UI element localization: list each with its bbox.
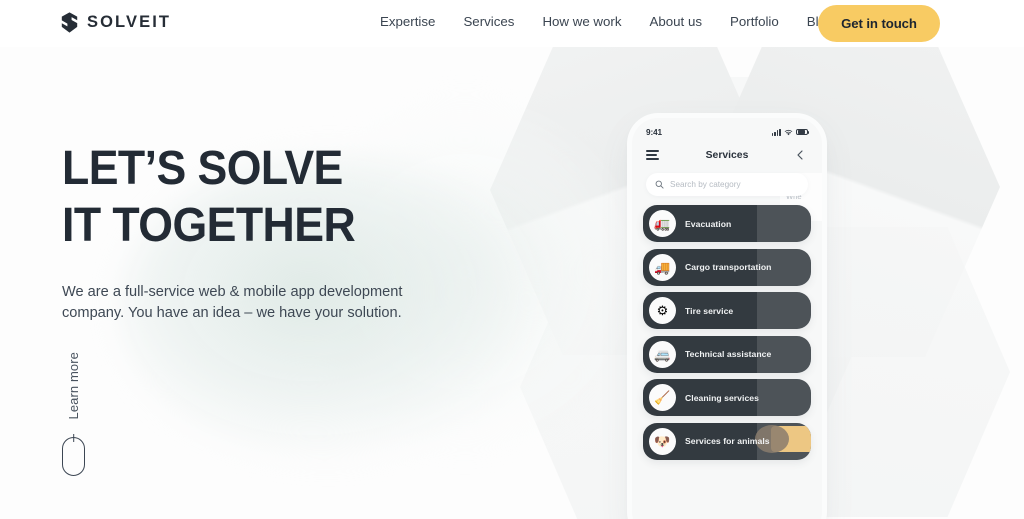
search-icon <box>655 180 664 189</box>
cellular-signal-icon <box>771 128 781 136</box>
list-item-label: Technical assistance <box>685 349 772 359</box>
list-item[interactable]: 🚐 Technical assistance <box>643 335 811 373</box>
hero-page: SOLVEIT Expertise Services How we work A… <box>0 0 1024 519</box>
phone-screen-title: Services <box>705 149 749 161</box>
nav-item-portfolio[interactable]: Portfolio <box>720 14 797 29</box>
primary-nav: Expertise Services How we work About us … <box>380 14 851 29</box>
chevron-left-icon[interactable] <box>794 149 806 161</box>
list-item[interactable]: 🧹 Cleaning services <box>643 379 811 416</box>
nav-item-services[interactable]: Services <box>453 14 532 29</box>
nav-item-how-we-work[interactable]: How we work <box>532 14 639 29</box>
status-icons <box>771 128 810 136</box>
status-time: 9:41 <box>646 127 662 137</box>
list-item-label: Tire service <box>685 305 734 316</box>
cleaning-bucket-icon: 🧹 <box>649 384 676 411</box>
service-van-icon: 🚐 <box>649 340 676 368</box>
list-item[interactable]: 🐶 Services for animals <box>643 422 811 460</box>
tire-icon: ⚙ <box>649 297 676 324</box>
decorative-blob <box>755 424 811 453</box>
tow-truck-icon: 🚛 <box>649 210 676 237</box>
hero-content: LET’S SOLVE IT TOGETHER We are a full-se… <box>62 140 492 323</box>
search-input[interactable]: Search by category <box>646 173 808 196</box>
wifi-icon <box>784 129 793 135</box>
list-item-label: Cleaning services <box>685 392 759 403</box>
search-placeholder: Search by category <box>670 180 741 189</box>
hamburger-menu-icon[interactable] <box>646 150 659 160</box>
page-title: LET’S SOLVE IT TOGETHER <box>62 140 462 254</box>
list-item-label: Services for animals <box>685 436 770 446</box>
list-item-label: Cargo transportation <box>685 262 772 272</box>
logo-text: SOLVEIT <box>87 13 172 31</box>
nav-item-expertise[interactable]: Expertise <box>380 14 453 29</box>
hero-subtitle: We are a full-service web & mobile app d… <box>62 284 403 321</box>
list-item[interactable]: ⚙ Tire service <box>643 292 811 329</box>
solveit-shield-icon <box>61 12 78 33</box>
phone-status-bar: 9:41 <box>632 118 822 140</box>
get-in-touch-button[interactable]: Get in touch <box>818 5 940 42</box>
nav-item-about-us[interactable]: About us <box>640 14 721 29</box>
list-item[interactable]: 🚚 Cargo transportation <box>643 248 811 286</box>
mouse-scroll-icon <box>62 437 85 477</box>
phone-mockup: 9:41 Services Fron Whe <box>632 118 822 519</box>
cargo-truck-icon: 🚚 <box>649 253 676 281</box>
learn-more-link[interactable]: Learn more <box>62 352 85 477</box>
site-header: SOLVEIT Expertise Services How we work A… <box>0 0 1024 47</box>
headline-line-2: IT TOGETHER <box>62 199 356 252</box>
services-list: 🚛 Evacuation 🚚 Cargo transportation ⚙ Ti… <box>632 205 822 460</box>
logo[interactable]: SOLVEIT <box>61 12 171 33</box>
headline-line-1: LET’S SOLVE <box>62 142 343 195</box>
learn-more-label: Learn more <box>66 352 81 420</box>
phone-app-header: Services <box>632 140 822 170</box>
list-item[interactable]: 🚛 Evacuation <box>643 205 811 242</box>
battery-icon <box>796 128 810 136</box>
dog-icon: 🐶 <box>649 427 676 455</box>
list-item-label: Evacuation <box>685 218 732 229</box>
